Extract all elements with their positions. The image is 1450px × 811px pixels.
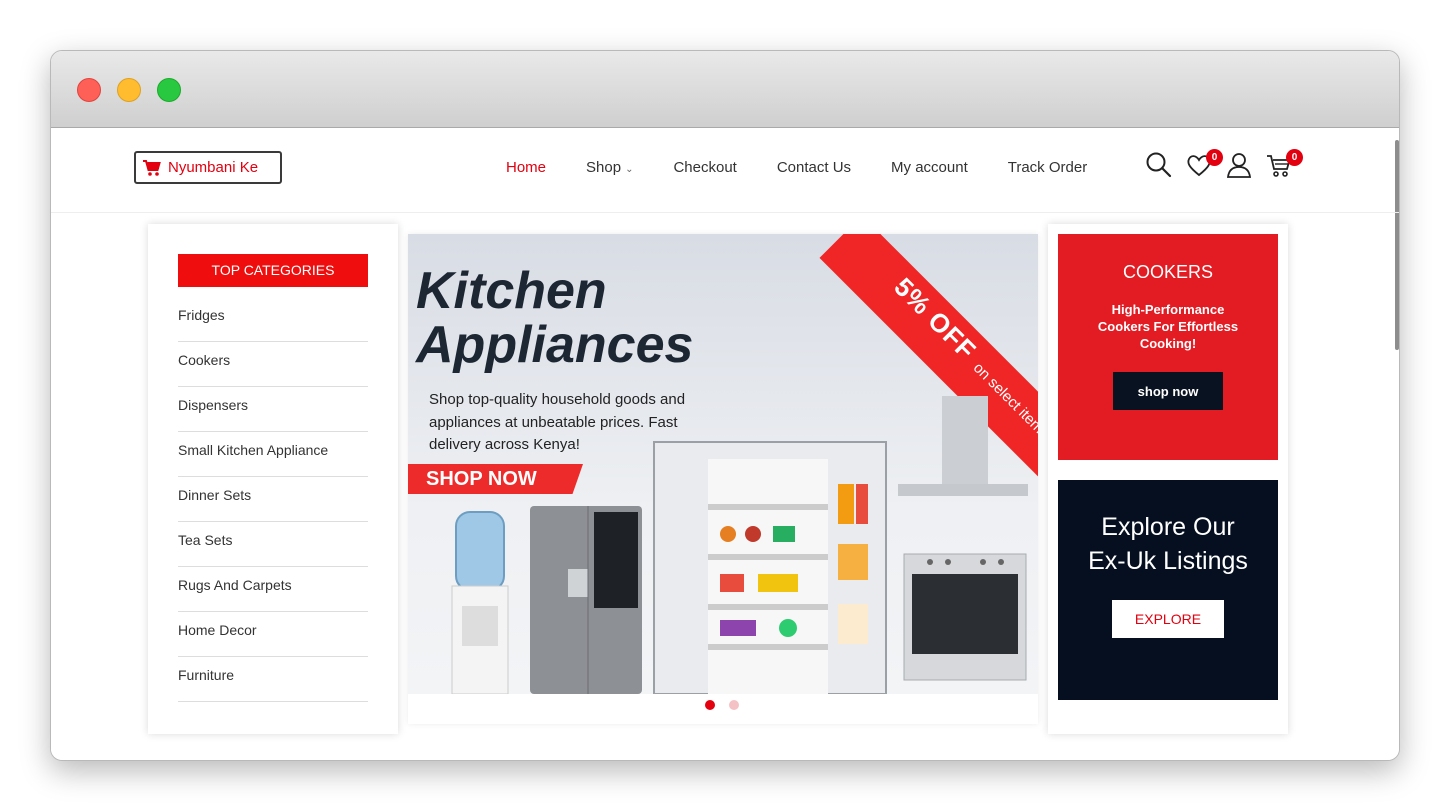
range-hood-image — [898, 396, 1028, 496]
account-button[interactable] — [1225, 151, 1265, 187]
nav-my-account[interactable]: My account — [891, 159, 968, 176]
category-list: Fridges Cookers Dispensers Small Kitchen… — [178, 297, 368, 702]
appliances-illustration — [451, 396, 1028, 694]
browser-window: Nyumbani Ke Home Shop ⌄ Checkout Contact … — [50, 50, 1400, 761]
category-item-dinner-sets[interactable]: Dinner Sets — [178, 477, 368, 522]
close-window-button[interactable] — [77, 78, 101, 102]
promo-column: COOKERS High-Performance Cookers For Eff… — [1048, 224, 1288, 734]
minimize-window-button[interactable] — [117, 78, 141, 102]
nav-checkout[interactable]: Checkout — [673, 159, 736, 176]
logo-text: Nyumbani Ke — [168, 159, 259, 176]
wishlist-button[interactable]: 0 — [1185, 149, 1225, 187]
cookers-promo-text: High-Performance Cookers For Effortless … — [1097, 302, 1239, 351]
cart-logo-icon — [143, 159, 161, 176]
nav-shop[interactable]: Shop ⌄ — [586, 159, 633, 176]
slider-dot-1[interactable] — [705, 700, 715, 710]
categories-sidebar: TOP CATEGORIES Fridges Cookers Dispenser… — [148, 224, 398, 734]
wishlist-count-badge: 0 — [1206, 149, 1223, 166]
site-logo[interactable]: Nyumbani Ke — [134, 151, 282, 184]
site-header: Nyumbani Ke Home Shop ⌄ Checkout Contact … — [51, 128, 1399, 213]
cookers-promo: COOKERS High-Performance Cookers For Eff… — [1058, 234, 1278, 460]
nav-contact-us[interactable]: Contact Us — [777, 159, 851, 176]
category-item-fridges[interactable]: Fridges — [178, 297, 368, 342]
hero-banner[interactable]: Kitchen Appliances Shop top-quality hous… — [408, 234, 1038, 694]
main-nav: Home Shop ⌄ Checkout Contact Us My accoun… — [506, 159, 1127, 176]
chevron-down-icon: ⌄ — [625, 164, 634, 175]
fridge-image-dark — [530, 506, 642, 694]
category-item-tea-sets[interactable]: Tea Sets — [178, 522, 368, 567]
categories-title: TOP CATEGORIES — [178, 254, 368, 287]
cart-count-badge: 0 — [1286, 149, 1303, 166]
search-button[interactable] — [1145, 151, 1185, 187]
cooker-image — [903, 553, 1027, 681]
explore-button[interactable]: EXPLORE — [1112, 600, 1224, 638]
slider-dot-2[interactable] — [729, 700, 739, 710]
ex-uk-promo-title: Explore Our Ex-Uk Listings — [1088, 513, 1248, 575]
nav-shop-label: Shop — [586, 159, 622, 176]
water-dispenser-image — [451, 511, 509, 694]
window-titlebar — [51, 51, 1399, 128]
nav-track-order[interactable]: Track Order — [1008, 159, 1087, 176]
cookers-promo-title: COOKERS — [1122, 262, 1214, 282]
category-item-home-decor[interactable]: Home Decor — [178, 612, 368, 657]
hero-slider: Kitchen Appliances Shop top-quality hous… — [408, 234, 1038, 724]
category-item-furniture[interactable]: Furniture — [178, 657, 368, 702]
cart-button[interactable]: 0 — [1265, 149, 1305, 187]
category-item-dispensers[interactable]: Dispensers — [178, 387, 368, 432]
header-icons: 0 0 — [1145, 149, 1305, 187]
category-item-cookers[interactable]: Cookers — [178, 342, 368, 387]
page-viewport: Nyumbani Ke Home Shop ⌄ Checkout Contact … — [51, 128, 1399, 760]
category-item-rugs-and-carpets[interactable]: Rugs And Carpets — [178, 567, 368, 612]
nav-home[interactable]: Home — [506, 159, 546, 176]
slider-dots — [705, 700, 753, 710]
maximize-window-button[interactable] — [157, 78, 181, 102]
search-icon — [1146, 152, 1172, 178]
user-icon — [1226, 153, 1252, 178]
category-item-small-kitchen-appliance[interactable]: Small Kitchen Appliance — [178, 432, 368, 477]
cookers-shop-now-button[interactable]: shop now — [1113, 372, 1223, 410]
fridge-image-open — [653, 441, 887, 694]
ex-uk-promo: Explore Our Ex-Uk Listings EXPLORE — [1058, 480, 1278, 700]
